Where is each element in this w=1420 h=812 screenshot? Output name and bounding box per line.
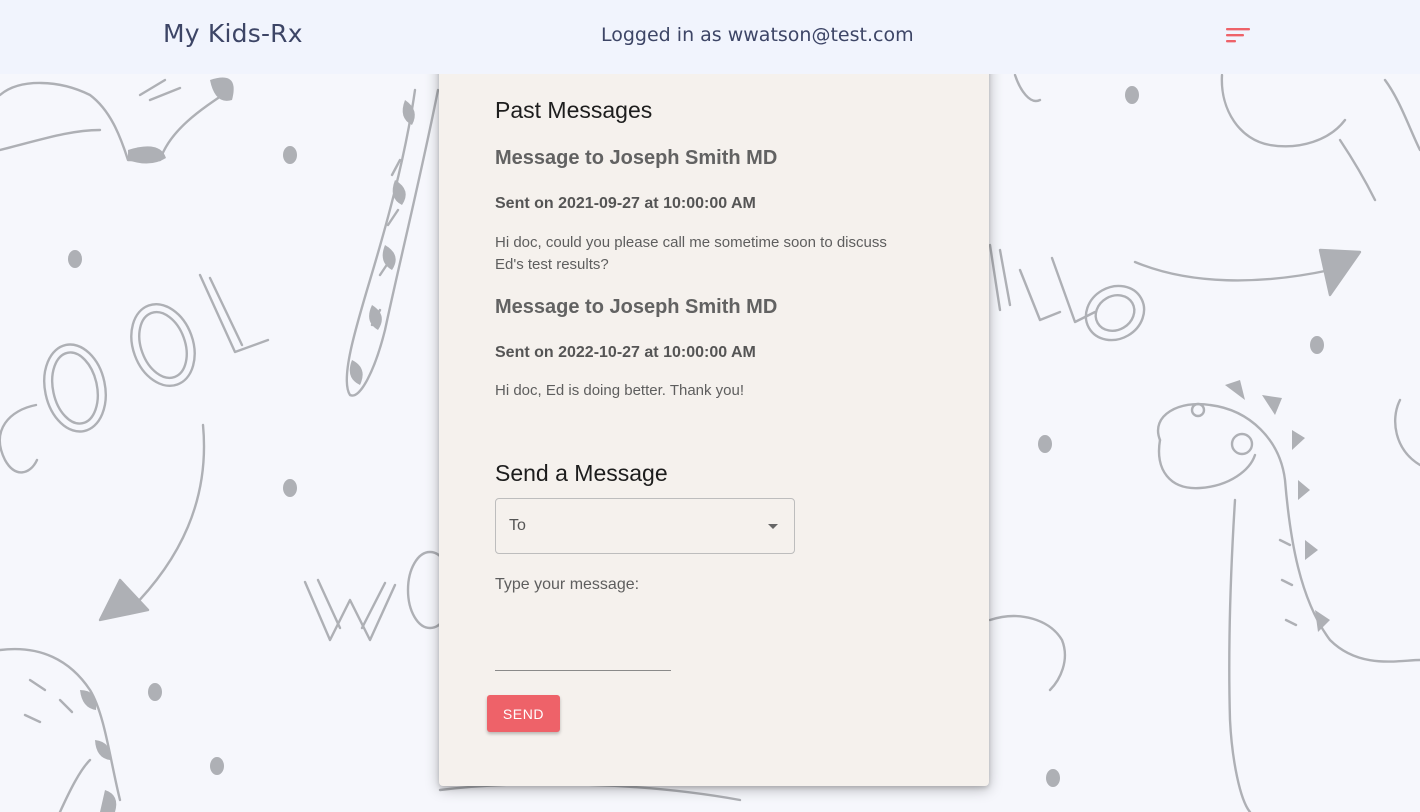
message-1-title: Message to Joseph Smith MD [495,147,778,169]
menu-icon [1226,28,1250,43]
message-textarea[interactable] [495,608,671,671]
message-2-sent-date: Sent on 2022-10-27 at 10:00:00 AM [495,344,756,361]
chevron-down-icon [768,524,778,529]
past-messages-heading: Past Messages [495,97,653,123]
message-2-body: Hi doc, Ed is doing better. Thank you! [495,382,745,399]
menu-button[interactable] [1222,24,1252,48]
top-navbar: My Kids-Rx Logged in as wwatson@test.com [0,0,1420,74]
send-message-heading: Send a Message [495,460,668,486]
messages-card: Past Messages Message to Joseph Smith MD… [439,52,989,786]
message-1-body: Hi doc, could you please call me sometim… [495,234,887,273]
recipient-select[interactable]: To [495,498,795,554]
message-field-label: Type your message: [495,576,640,593]
brand-title[interactable]: My Kids-Rx [163,19,303,48]
send-button[interactable]: SEND [487,695,560,732]
logged-in-status: Logged in as wwatson@test.com [601,24,914,46]
message-2-title: Message to Joseph Smith MD [495,296,778,318]
recipient-select-label: To [509,517,526,534]
message-1-sent-date: Sent on 2021-09-27 at 10:00:00 AM [495,195,756,212]
